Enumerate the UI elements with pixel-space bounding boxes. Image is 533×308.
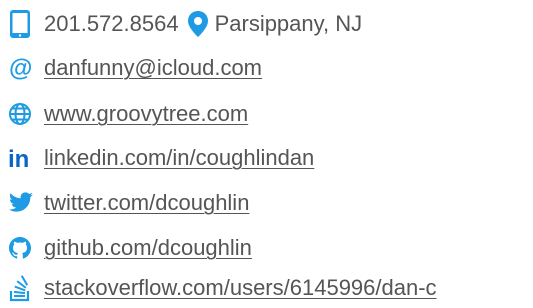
stackoverflow-link[interactable]: stackoverflow.com/users/6145996/dan-c [44,272,437,304]
location-text: Parsippany, NJ [214,11,363,36]
email-row: @ danfunny@icloud.com [8,52,262,84]
phone-number: 201.572.8564 [44,11,179,36]
website-row: www.groovytree.com [8,98,248,130]
linkedin-row: in linkedin.com/in/coughlindan [8,142,314,174]
phone-icon [8,8,44,40]
phone-location-row: 201.572.8564 Parsippany, NJ [8,8,362,40]
github-row: github.com/dcoughlin [8,232,252,264]
twitter-row: twitter.com/dcoughlin [8,187,249,219]
at-sign-icon: @ [8,52,44,84]
svg-text:@: @ [9,55,32,81]
linkedin-icon: in [8,142,44,174]
email-link[interactable]: danfunny@icloud.com [44,52,262,84]
linkedin-link[interactable]: linkedin.com/in/coughlindan [44,142,314,174]
github-icon [8,232,44,264]
globe-icon [8,98,44,130]
twitter-icon [8,187,44,219]
stackoverflow-row: stackoverflow.com/users/6145996/dan-c [8,272,437,304]
location-pin-icon [185,8,211,40]
github-link[interactable]: github.com/dcoughlin [44,232,252,264]
website-link[interactable]: www.groovytree.com [44,98,248,130]
twitter-link[interactable]: twitter.com/dcoughlin [44,187,249,219]
svg-text:in: in [8,146,29,170]
stackoverflow-icon [8,272,44,304]
